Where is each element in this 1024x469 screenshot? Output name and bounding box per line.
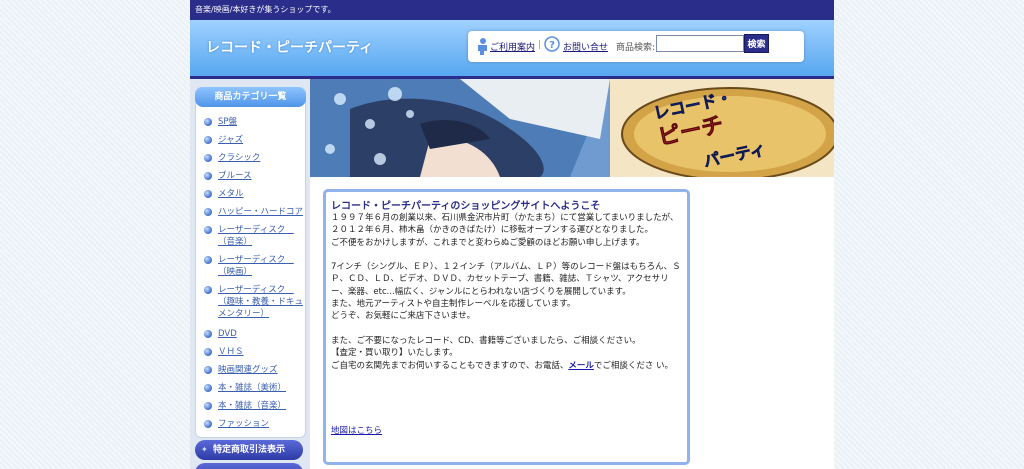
paragraph-line: 7インチ（シングル、ＥＰ）、１２インチ（アルバム、ＬＰ）等のレコード盤はもちろん…	[331, 262, 681, 297]
category-item-label[interactable]: ジャズ	[218, 134, 304, 146]
bullet-icon	[204, 136, 212, 144]
welcome-text: １９９７年６月の創業以来、石川県金沢市片町（かたまち）にて営業してまいりましたが…	[331, 212, 683, 372]
welcome-box: レコード・ピーチパーティのショッピングサイトへようこそ １９９７年６月の創業以来…	[323, 189, 690, 465]
paragraph-line: ２０１２年６月、柿木畠（かきのきばたけ）に移転オープンする運びとなりました。	[331, 225, 653, 236]
category-item[interactable]: 本・雑誌（美術）	[204, 382, 304, 394]
category-item-label[interactable]: レーザーディスク （映画）	[218, 254, 304, 278]
paragraph-line: １９９７年６月の創業以来、石川県金沢市片町（かたまち）にて営業してまいりましたが…	[331, 213, 679, 223]
category-item[interactable]: ブルース	[204, 170, 304, 182]
category-item-label[interactable]: 本・雑誌（美術）	[218, 382, 304, 394]
mail-text-post: でご相談くださ い。	[593, 360, 674, 371]
category-item-label[interactable]: クラシック	[218, 152, 304, 164]
category-item[interactable]: レーザーディスク （音楽）	[204, 224, 304, 248]
paragraph-line: 【査定・買い取り】いたします。	[331, 348, 458, 359]
site-header: レコード・ピーチパーティ ご利用案内 | ? お問い合せ 商品検索: 検索	[190, 20, 834, 76]
header-utility-box: ご利用案内 | ? お問い合せ 商品検索: 検索	[468, 31, 804, 62]
welcome-title: レコード・ピーチパーティのショッピングサイトへようこそ	[331, 201, 601, 212]
category-item[interactable]: SP盤	[204, 116, 304, 128]
category-item[interactable]: ハッピー・ハードコア	[204, 206, 304, 218]
bullet-icon	[204, 190, 212, 198]
category-item[interactable]: ジャズ	[204, 134, 304, 146]
bullet-icon	[204, 330, 212, 338]
paragraph-line: また、地元アーティストや自主制作レーベルを応援しています。	[331, 299, 576, 310]
bullet-icon	[204, 226, 212, 234]
category-item[interactable]: レーザーディスク （映画）	[204, 254, 304, 278]
category-item-label[interactable]: ファッション	[218, 418, 304, 430]
mail-text-pre: ご自宅の玄関先までお伺いすることもできますので、お電話、	[331, 360, 569, 371]
paragraph-line: ご不便をおかけしますが、これまでと変わらぬご愛顧のほどお願い申し上げます。	[331, 237, 645, 248]
bullet-icon	[204, 286, 212, 294]
hero-banner: レコード・ ピーチ パーティ	[310, 79, 834, 177]
category-item[interactable]: 本・雑誌（音楽）	[204, 400, 304, 412]
category-item[interactable]: レーザーディスク （趣味・教養・ドキュメンタリー）	[204, 284, 304, 320]
bullet-icon	[204, 366, 212, 374]
tagline-text: 音楽/映画/本好きが集うショップです。	[195, 5, 336, 14]
category-item-label[interactable]: 本・雑誌（音楽）	[218, 400, 304, 412]
category-item[interactable]: DVD	[204, 328, 304, 340]
category-item-label[interactable]: メタル	[218, 188, 304, 200]
bullet-icon	[204, 348, 212, 356]
legal-notice-button[interactable]: ✦ 特定商取引法表示	[195, 440, 303, 460]
banner-illustration: レコード・ ピーチ パーティ	[310, 79, 834, 177]
category-item[interactable]: クラシック	[204, 152, 304, 164]
category-item-label[interactable]: ＶＨＳ	[218, 346, 304, 358]
page-wrapper: 音楽/映画/本好きが集うショップです。 レコード・ピーチパーティ ご利用案内 |…	[190, 0, 834, 469]
header-divider: |	[538, 40, 542, 50]
category-item-label[interactable]: 映画関連グッズ	[218, 364, 304, 376]
site-logo[interactable]: レコード・ピーチパーティ	[206, 37, 373, 57]
guide-link[interactable]: ご利用案内	[490, 40, 535, 53]
category-item-label[interactable]: レーザーディスク （音楽）	[218, 224, 304, 248]
bullet-icon	[204, 256, 212, 264]
category-item[interactable]: ファッション	[204, 418, 304, 430]
category-item[interactable]: メタル	[204, 188, 304, 200]
bullet-icon	[204, 384, 212, 392]
category-item-label[interactable]: ハッピー・ハードコア	[218, 206, 304, 218]
paragraph-line-with-link: ご自宅の玄関先までお伺いすることもできますので、お電話、メールでご相談くださ い…	[331, 360, 683, 372]
bullet-icon	[204, 208, 212, 216]
sidebar: 商品カテゴリ一覧 SP盤 ジャズ クラシック ブルース メタル ハッピー・ハード…	[190, 79, 310, 469]
search-button[interactable]: 検索	[744, 34, 769, 53]
bullet-icon	[204, 118, 212, 126]
bullet-icon	[204, 420, 212, 428]
sparkle-icon: ✦	[201, 445, 208, 454]
paragraph-line: どうぞ、お気軽にご来店下さいませ。	[331, 311, 476, 322]
category-item-label[interactable]: レーザーディスク （趣味・教養・ドキュメンタリー）	[218, 284, 304, 320]
contact-link[interactable]: お問い合せ	[563, 40, 608, 53]
category-item[interactable]: ＶＨＳ	[204, 346, 304, 358]
bullet-icon	[204, 402, 212, 410]
person-icon	[474, 37, 488, 58]
legal-notice-label: 特定商取引法表示	[213, 445, 286, 455]
category-title: 商品カテゴリ一覧	[195, 87, 306, 107]
category-item-label[interactable]: ブルース	[218, 170, 304, 182]
paragraph-line: また、ご不要になったレコード、CD、書籍等ございましたら、ご相談ください。	[331, 335, 641, 346]
top-tagline-bar: 音楽/映画/本好きが集うショップです。	[190, 0, 834, 20]
search-label: 商品検索:	[616, 43, 656, 53]
search-input[interactable]	[656, 35, 744, 52]
bullet-icon	[204, 154, 212, 162]
map-link[interactable]: 地図はこちら	[331, 424, 382, 436]
bullet-icon	[204, 172, 212, 180]
category-item-label[interactable]: DVD	[218, 328, 304, 340]
category-item[interactable]: 映画関連グッズ	[204, 364, 304, 376]
svg-text:?: ?	[549, 40, 555, 51]
sidebar-next-button[interactable]	[195, 463, 303, 469]
mail-link[interactable]: メール	[568, 361, 594, 371]
category-box: 商品カテゴリ一覧 SP盤 ジャズ クラシック ブルース メタル ハッピー・ハード…	[195, 87, 306, 438]
category-item-label[interactable]: SP盤	[218, 116, 304, 128]
help-icon: ?	[544, 36, 560, 55]
